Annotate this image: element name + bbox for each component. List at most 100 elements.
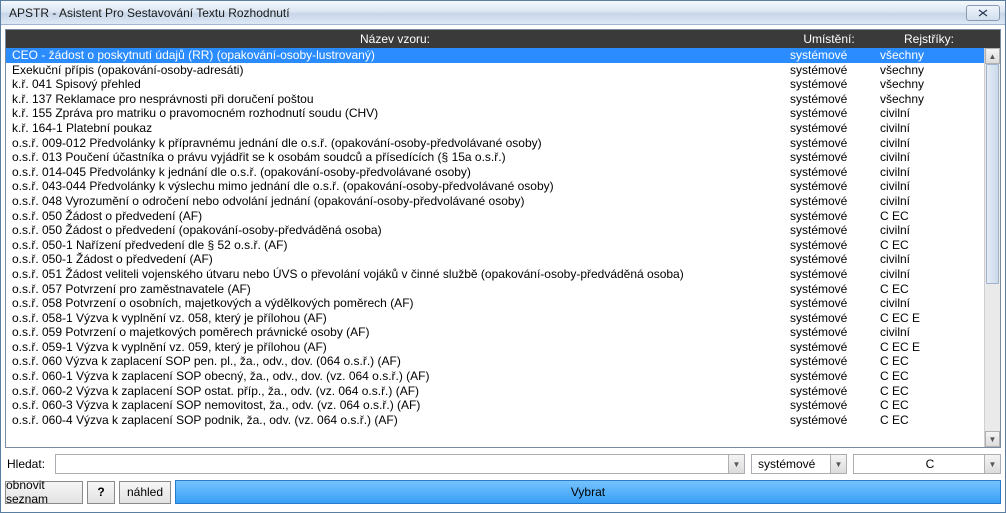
row-location: systémové xyxy=(784,223,874,238)
row-location: systémové xyxy=(784,48,874,63)
row-name: o.s.ř. 050 Žádost o předvedení (AF) xyxy=(6,209,784,224)
table-row[interactable]: o.s.ř. 051 Žádost veliteli vojenského út… xyxy=(6,267,984,282)
row-name: o.s.ř. 009-012 Předvolánky k přípravnému… xyxy=(6,136,784,151)
table-row[interactable]: o.s.ř. 050 Žádost o předvedení (opakován… xyxy=(6,223,984,238)
window-title: APSTR - Asistent Pro Sestavování Textu R… xyxy=(9,6,966,20)
row-location: systémové xyxy=(784,92,874,107)
col-header-name[interactable]: Název vzoru: xyxy=(6,30,784,48)
row-registry: C EC E xyxy=(874,340,984,355)
table-row[interactable]: o.s.ř. 060 Výzva k zaplacení SOP pen. pl… xyxy=(6,354,984,369)
table-row[interactable]: o.s.ř. 050-1 Žádost o předvedení (AF)sys… xyxy=(6,252,984,267)
filter-registry-combo[interactable]: C ▼ xyxy=(853,454,1001,474)
table-row[interactable]: o.s.ř. 060-3 Výzva k zaplacení SOP nemov… xyxy=(6,398,984,413)
filter-location-combo[interactable]: systémové ▼ xyxy=(751,454,847,474)
table-row[interactable]: k.ř. 155 Zpráva pro matriku o pravomocné… xyxy=(6,106,984,121)
col-header-registry[interactable]: Rejstříky: xyxy=(874,30,984,48)
table-row[interactable]: o.s.ř. 058 Potvrzení o osobních, majetko… xyxy=(6,296,984,311)
row-registry: C EC xyxy=(874,384,984,399)
preview-button[interactable]: náhled xyxy=(119,481,171,504)
row-name: o.s.ř. 058 Potvrzení o osobních, majetko… xyxy=(6,296,784,311)
row-location: systémové xyxy=(784,325,874,340)
row-name: o.s.ř. 060-3 Výzva k zaplacení SOP nemov… xyxy=(6,398,784,413)
content-area: Název vzoru: Umístění: Rejstříky: CEO - … xyxy=(1,25,1005,512)
table-row[interactable]: o.s.ř. 058-1 Výzva k vyplnění vz. 058, k… xyxy=(6,311,984,326)
table-row[interactable]: o.s.ř. 050 Žádost o předvedení (AF)systé… xyxy=(6,209,984,224)
row-location: systémové xyxy=(784,106,874,121)
row-location: systémové xyxy=(784,209,874,224)
row-location: systémové xyxy=(784,165,874,180)
table-row[interactable]: k.ř. 041 Spisový přehledsystémovévšechny xyxy=(6,77,984,92)
row-name: o.s.ř. 013 Poučení účastníka o právu vyj… xyxy=(6,150,784,165)
row-name: Exekuční přípis (opakování-osoby-adresát… xyxy=(6,63,784,78)
table-row[interactable]: o.s.ř. 059-1 Výzva k vyplnění vz. 059, k… xyxy=(6,340,984,355)
search-dropdown-arrow[interactable]: ▼ xyxy=(728,455,744,473)
refresh-list-button[interactable]: obnovit seznam xyxy=(5,481,83,504)
row-name: CEO - žádost o poskytnutí údajů (RR) (op… xyxy=(6,48,784,63)
table-row[interactable]: k.ř. 137 Reklamace pro nesprávnosti při … xyxy=(6,92,984,107)
table-row[interactable]: o.s.ř. 060-1 Výzva k zaplacení SOP obecn… xyxy=(6,369,984,384)
scroll-track[interactable] xyxy=(985,64,1000,431)
table-row[interactable]: o.s.ř. 060-4 Výzva k zaplacení SOP podni… xyxy=(6,413,984,428)
row-name: k.ř. 164-1 Platební poukaz xyxy=(6,121,784,136)
row-registry: všechny xyxy=(874,92,984,107)
table-row[interactable]: k.ř. 164-1 Platební poukazsystémovécivil… xyxy=(6,121,984,136)
row-registry: civilní xyxy=(874,121,984,136)
table-row[interactable]: CEO - žádost o poskytnutí údajů (RR) (op… xyxy=(6,48,984,63)
row-name: o.s.ř. 050-1 Žádost o předvedení (AF) xyxy=(6,252,784,267)
row-registry: civilní xyxy=(874,165,984,180)
table-row[interactable]: o.s.ř. 043-044 Předvolánky k výslechu mi… xyxy=(6,179,984,194)
row-name: k.ř. 041 Spisový přehled xyxy=(6,77,784,92)
close-button[interactable] xyxy=(966,5,1000,21)
table-row[interactable]: Exekuční přípis (opakování-osoby-adresát… xyxy=(6,63,984,78)
row-registry: civilní xyxy=(874,106,984,121)
scroll-thumb[interactable] xyxy=(986,64,999,284)
row-location: systémové xyxy=(784,63,874,78)
row-registry: všechny xyxy=(874,48,984,63)
table-row[interactable]: o.s.ř. 009-012 Předvolánky k přípravnému… xyxy=(6,136,984,151)
table-row[interactable]: o.s.ř. 057 Potvrzení pro zaměstnavatele … xyxy=(6,282,984,297)
row-name: o.s.ř. 059 Potvrzení o majetkových poměr… xyxy=(6,325,784,340)
row-name: o.s.ř. 048 Vyrozumění o odročení nebo od… xyxy=(6,194,784,209)
row-name: o.s.ř. 059-1 Výzva k vyplnění vz. 059, k… xyxy=(6,340,784,355)
col-header-location[interactable]: Umístění: xyxy=(784,30,874,48)
scroll-up-arrow[interactable]: ▲ xyxy=(985,48,1000,64)
row-location: systémové xyxy=(784,296,874,311)
row-registry: C EC xyxy=(874,354,984,369)
close-icon xyxy=(977,8,989,18)
row-registry: C EC xyxy=(874,209,984,224)
select-button[interactable]: Vybrat xyxy=(175,480,1001,504)
vertical-scrollbar[interactable]: ▲ ▼ xyxy=(984,48,1000,447)
row-name: o.s.ř. 051 Žádost veliteli vojenského út… xyxy=(6,267,784,282)
row-location: systémové xyxy=(784,238,874,253)
row-registry: C EC xyxy=(874,369,984,384)
table-row[interactable]: o.s.ř. 050-1 Nařízení předvedení dle § 5… xyxy=(6,238,984,253)
row-registry: civilní xyxy=(874,223,984,238)
help-button[interactable]: ? xyxy=(87,481,115,504)
search-input[interactable]: ▼ xyxy=(55,454,745,474)
row-name: o.s.ř. 060-4 Výzva k zaplacení SOP podni… xyxy=(6,413,784,428)
row-location: systémové xyxy=(784,282,874,297)
row-location: systémové xyxy=(784,179,874,194)
row-name: o.s.ř. 050 Žádost o předvedení (opakován… xyxy=(6,223,784,238)
row-name: o.s.ř. 043-044 Předvolánky k výslechu mi… xyxy=(6,179,784,194)
row-registry: všechny xyxy=(874,63,984,78)
registry-dropdown-arrow[interactable]: ▼ xyxy=(984,455,1000,473)
row-registry: civilní xyxy=(874,194,984,209)
table-row[interactable]: o.s.ř. 013 Poučení účastníka o právu vyj… xyxy=(6,150,984,165)
search-bar: Hledat: ▼ systémové ▼ C ▼ xyxy=(5,448,1001,480)
table-row[interactable]: o.s.ř. 048 Vyrozumění o odročení nebo od… xyxy=(6,194,984,209)
row-location: systémové xyxy=(784,413,874,428)
app-window: APSTR - Asistent Pro Sestavování Textu R… xyxy=(0,0,1006,513)
row-registry: civilní xyxy=(874,252,984,267)
row-name: k.ř. 155 Zpráva pro matriku o pravomocné… xyxy=(6,106,784,121)
row-location: systémové xyxy=(784,311,874,326)
table-row[interactable]: o.s.ř. 059 Potvrzení o majetkových poměr… xyxy=(6,325,984,340)
table-row[interactable]: o.s.ř. 014-045 Předvolánky k jednání dle… xyxy=(6,165,984,180)
row-name: o.s.ř. 060-1 Výzva k zaplacení SOP obecn… xyxy=(6,369,784,384)
location-dropdown-arrow[interactable]: ▼ xyxy=(830,455,846,473)
table-row[interactable]: o.s.ř. 060-2 Výzva k zaplacení SOP ostat… xyxy=(6,384,984,399)
row-location: systémové xyxy=(784,384,874,399)
row-location: systémové xyxy=(784,252,874,267)
scroll-down-arrow[interactable]: ▼ xyxy=(985,431,1000,447)
row-registry: civilní xyxy=(874,296,984,311)
